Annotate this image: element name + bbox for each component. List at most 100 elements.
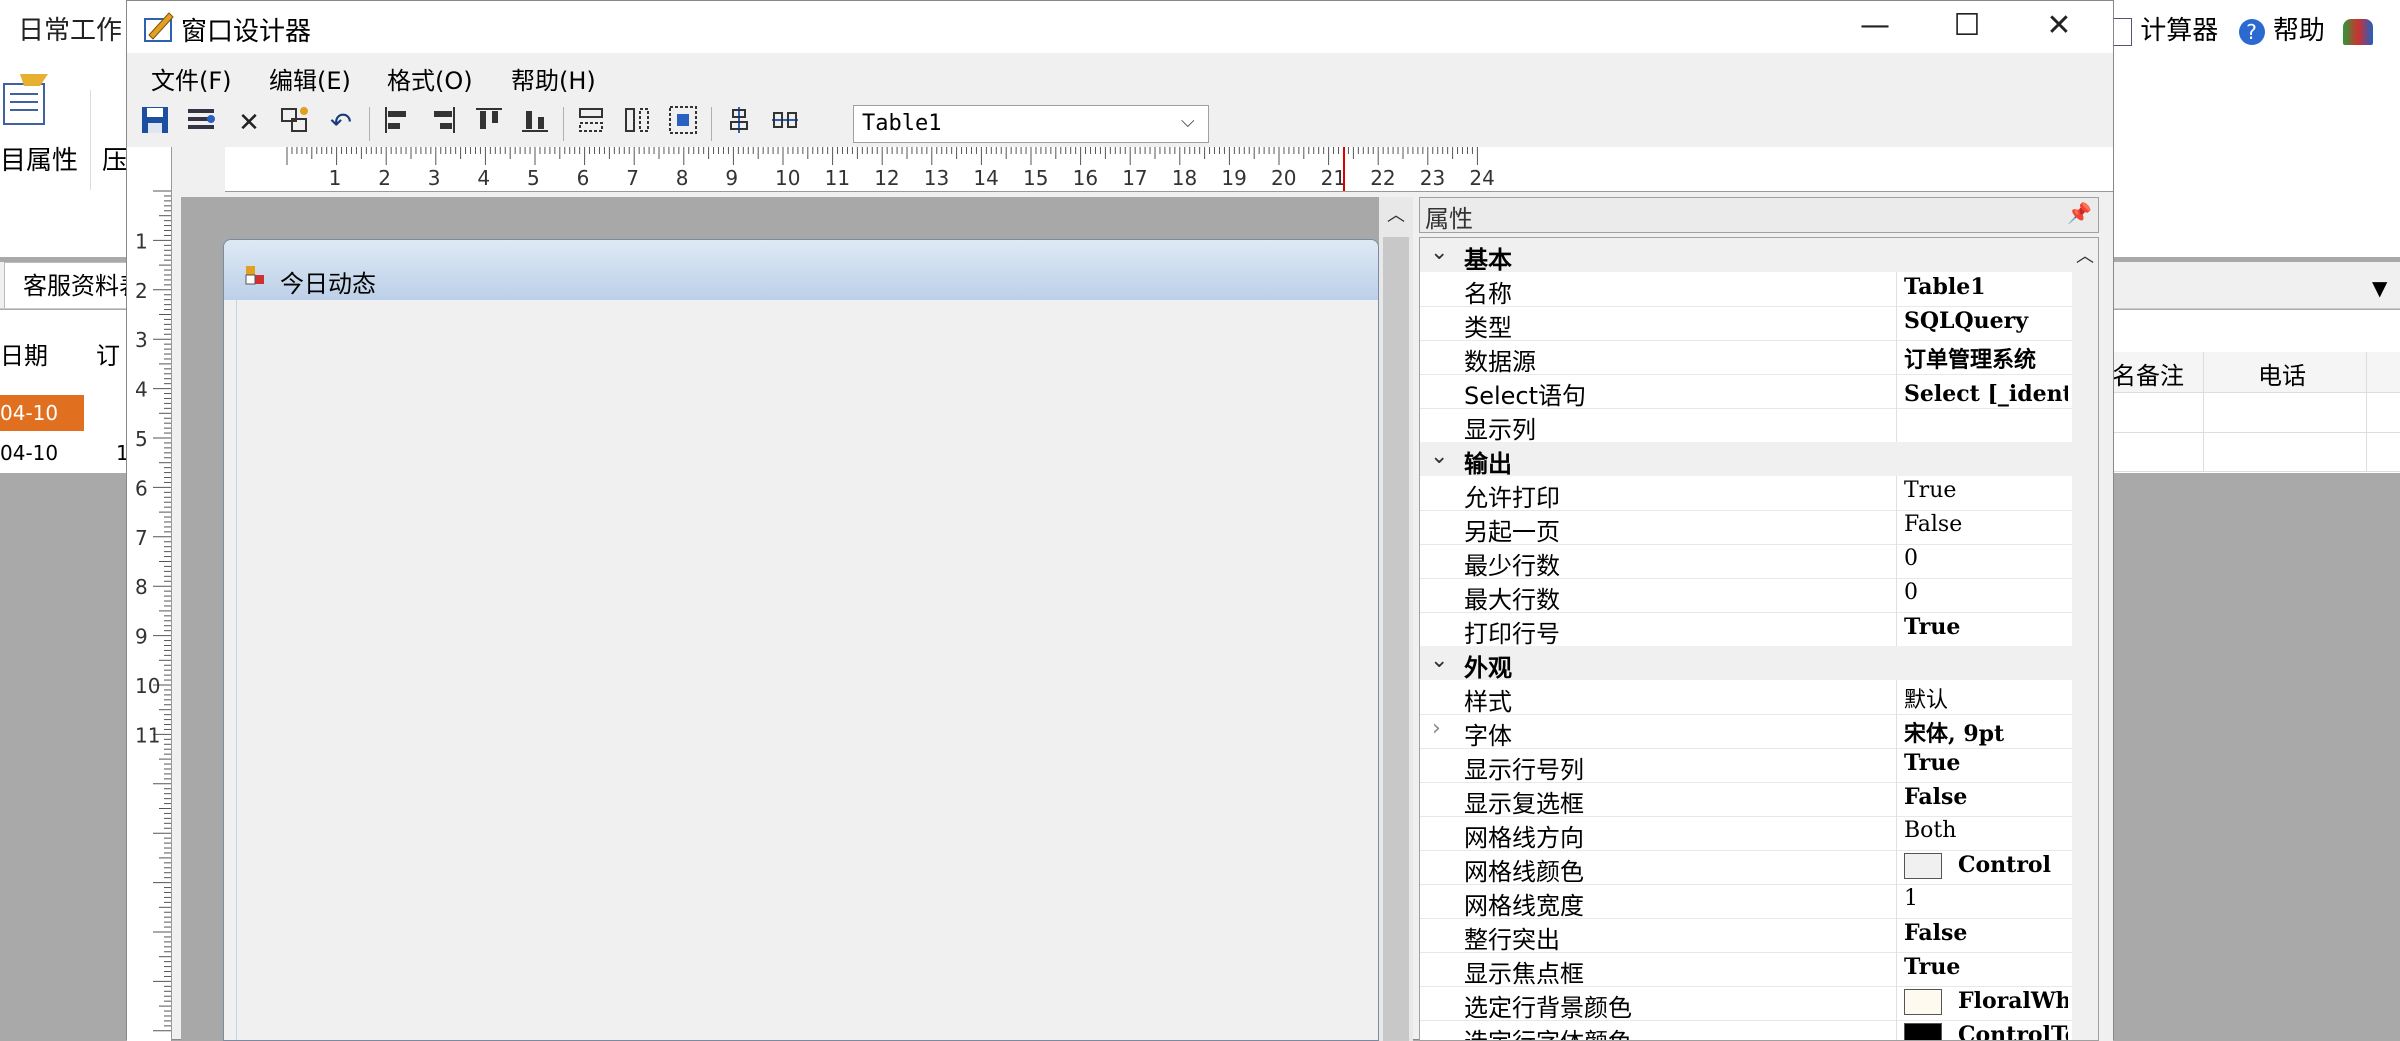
property-value[interactable]: False (1904, 512, 2068, 537)
property-value[interactable]: 1 (1904, 886, 2068, 911)
property-value[interactable]: FloralWhite (1904, 988, 2068, 1015)
align-top-icon[interactable] (471, 105, 507, 141)
property-row[interactable]: 名称 Table1 (1420, 272, 2072, 308)
close-button[interactable]: ✕ (2013, 1, 2105, 53)
property-category[interactable]: ⌄ 外观 (1420, 646, 2072, 682)
menu-file[interactable]: 文件(F) (151, 61, 232, 96)
chevron-down-icon[interactable]: ⌵ (1181, 111, 1195, 132)
save-icon[interactable] (137, 105, 173, 141)
center-vertical-icon[interactable] (721, 105, 757, 141)
property-row[interactable]: 选定行背景颜色 FloralWhite (1420, 986, 2072, 1022)
ribbon-label-properties[interactable]: 目属性 (0, 140, 78, 177)
property-category[interactable]: ⌄ 输出 (1420, 442, 2072, 478)
property-row[interactable]: 样式 默认 (1420, 680, 2072, 716)
same-width-icon[interactable] (573, 105, 609, 141)
grid-header-date[interactable]: 日期 (0, 336, 48, 371)
property-value[interactable]: ControlText (1904, 1022, 2068, 1040)
maximize-button[interactable]: ☐ (1921, 1, 2013, 53)
property-value[interactable]: 订单管理系统 (1904, 342, 2068, 374)
property-divider (1896, 374, 1897, 408)
property-value[interactable]: 宋体, 9pt (1904, 716, 2068, 748)
property-value[interactable]: 默认 (1904, 682, 2068, 714)
property-row[interactable]: 网格线方向 Both (1420, 816, 2072, 852)
property-row[interactable]: 显示焦点框 True (1420, 952, 2072, 988)
help-link[interactable]: 帮助 (2273, 16, 2325, 46)
chevron-down-icon[interactable]: ⌄ (1430, 240, 1448, 265)
table-row[interactable]: 04-10 (0, 395, 84, 431)
property-value[interactable]: Both (1904, 818, 2068, 843)
delete-icon[interactable]: ✕ (231, 105, 267, 141)
property-value[interactable]: SQLQuery (1904, 308, 2068, 334)
property-value[interactable]: False (1904, 784, 2068, 810)
property-row[interactable]: 最大行数 0 (1420, 578, 2072, 614)
chevron-down-icon[interactable]: ▼ (2372, 276, 2387, 300)
align-left-icon[interactable] (379, 105, 415, 141)
add-control-icon[interactable] (277, 105, 313, 141)
property-name: 数据源 (1464, 348, 1536, 376)
table-row[interactable] (2112, 433, 2400, 472)
title-bar[interactable] (127, 1, 2113, 53)
property-grid-scrollbar[interactable] (2072, 238, 2098, 1040)
chevron-down-icon[interactable]: ⌄ (1430, 444, 1448, 469)
chevron-down-icon[interactable]: ⌄ (1430, 648, 1448, 673)
property-row[interactable]: 网格线宽度 1 (1420, 884, 2072, 920)
pin-icon[interactable]: 📌 (2067, 201, 2092, 225)
ribbon-label-compress[interactable]: 压 (102, 140, 128, 177)
form-body[interactable] (236, 300, 1377, 1040)
center-horizontal-icon[interactable] (767, 105, 803, 141)
chevron-right-icon[interactable]: › (1432, 716, 1441, 741)
form-preview[interactable]: 今日动态 (223, 239, 1379, 1041)
property-value[interactable]: True (1904, 750, 2068, 776)
property-value[interactable]: Select [_identify],订 (1904, 376, 2068, 408)
scroll-up-icon[interactable]: ︿ (1379, 201, 1413, 231)
property-value[interactable]: 0 (1904, 580, 2068, 605)
property-row[interactable]: › 字体 宋体, 9pt (1420, 714, 2072, 750)
minimize-button[interactable]: — (1829, 1, 1921, 53)
properties-list-icon[interactable] (183, 105, 219, 141)
menu-format[interactable]: 格式(O) (387, 61, 473, 96)
property-value[interactable]: Control (1904, 852, 2068, 879)
property-value[interactable]: True (1904, 954, 2068, 980)
property-value[interactable]: Table1 (1904, 274, 2068, 300)
table-row[interactable]: 04-10 (0, 435, 84, 471)
scrollbar-thumb[interactable] (1383, 237, 1409, 1041)
property-value[interactable]: 0 (1904, 546, 2068, 571)
table-select[interactable]: Table1 (853, 105, 1209, 143)
property-name: 整行突出 (1464, 926, 1560, 954)
form-title-bar[interactable] (224, 240, 1378, 300)
property-value-text: Table1 (1904, 274, 1986, 300)
property-row[interactable]: 数据源 订单管理系统 (1420, 340, 2072, 376)
align-right-icon[interactable] (425, 105, 461, 141)
property-row[interactable]: 显示行号列 True (1420, 748, 2072, 784)
grid-header-order[interactable]: 订 (96, 336, 120, 371)
property-value-text: 宋体, 9pt (1904, 721, 2005, 747)
property-category[interactable]: ⌄ 基本 (1420, 238, 2072, 274)
property-row[interactable]: 网格线颜色 Control (1420, 850, 2072, 886)
table-row[interactable] (2112, 394, 2400, 433)
property-row[interactable]: 允许打印 True (1420, 476, 2072, 512)
grid-header-remark[interactable]: 名备注 (2112, 356, 2184, 391)
help-icon[interactable]: ? (2238, 18, 2265, 45)
grid-header-phone[interactable]: 电话 (2258, 356, 2306, 391)
menu-edit[interactable]: 编辑(E) (269, 61, 351, 96)
calculator-link[interactable]: 计算器 (2140, 16, 2218, 46)
property-row[interactable]: 打印行号 True (1420, 612, 2072, 648)
undo-icon[interactable]: ↶ (323, 105, 359, 141)
property-row[interactable]: 类型 SQLQuery (1420, 306, 2072, 342)
users-icon[interactable] (2343, 18, 2374, 45)
property-value[interactable]: True (1904, 614, 2068, 640)
same-size-icon[interactable] (665, 105, 701, 141)
property-row[interactable]: 显示列 (1420, 408, 2072, 444)
scroll-up-icon[interactable]: ︿ (2072, 242, 2098, 268)
property-row[interactable]: 整行突出 False (1420, 918, 2072, 954)
property-row[interactable]: 显示复选框 False (1420, 782, 2072, 818)
align-bottom-icon[interactable] (517, 105, 553, 141)
property-value[interactable]: False (1904, 920, 2068, 946)
property-row[interactable]: 最少行数 0 (1420, 544, 2072, 580)
same-height-icon[interactable] (619, 105, 655, 141)
property-value[interactable]: True (1904, 478, 2068, 503)
property-row[interactable]: 选定行字体颜色 ControlText (1420, 1020, 2072, 1040)
property-row[interactable]: Select语句 Select [_identify],订 (1420, 374, 2072, 410)
menu-help[interactable]: 帮助(H) (511, 61, 596, 96)
property-row[interactable]: 另起一页 False (1420, 510, 2072, 546)
